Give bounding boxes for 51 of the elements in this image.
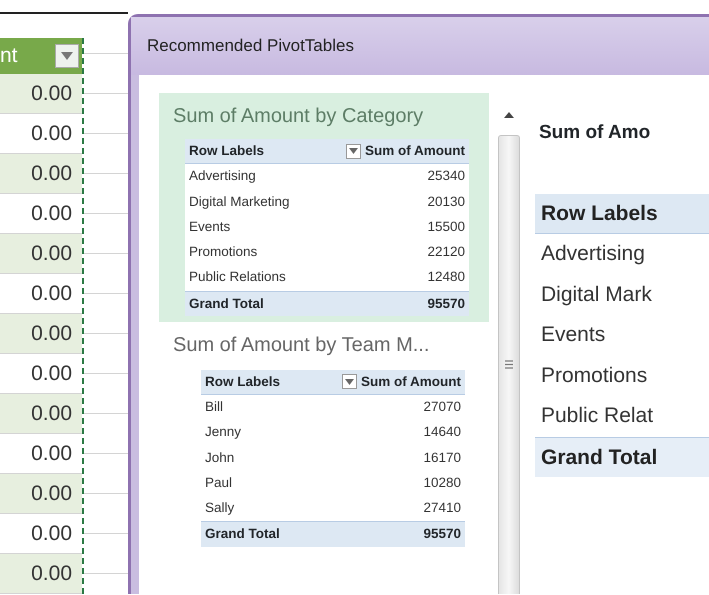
table-cell-text: 16170 [423,448,461,466]
table-cell-text: Sally [205,499,236,517]
table-cell: 0.00 [0,74,82,114]
column-header: Row Labels [535,194,709,234]
scrollbar-thumb[interactable] [498,135,520,594]
table-cell-text: Digital Mark [540,282,653,308]
table-cell-text: 95570 [427,294,465,312]
table-cell: 0.00 [0,234,82,274]
column-header: Sum of Amount [365,142,466,160]
table-cell: Grand Total [535,436,709,477]
column-header: Row Labels [189,142,266,160]
table-cell-text: 10280 [423,474,461,492]
table-cell-text: 25340 [427,167,465,186]
table-cell-text: Public Relations [189,268,287,286]
column-header: Sum of Amount [361,372,462,391]
dropdown-icon [342,374,358,390]
table-cell: 0.00 [0,474,82,514]
table-cell: 0.00 [0,154,82,194]
table-cell-text: 15500 [427,218,465,236]
table-cell-text: John [205,448,236,466]
table-cell: 0.00 [0,314,82,354]
filter-dropdown-icon[interactable] [55,44,79,68]
table-cell: 0.00 [0,394,82,434]
table-cell-text: 14640 [423,423,461,442]
dropdown-icon [346,144,362,159]
table-cell-text: Promotions [189,243,258,261]
recommendation-item[interactable]: Sum of Amount by Category Row Labels Sum of Amount Advertising 25340 Digital Marketing 20130 Events 15500 Promotions 22120 Public Relations 12480 Grand Total 95570 [159,93,489,322]
table-cell-text: Jenny [205,423,242,442]
table-cell: 0.00 [0,554,82,594]
table-cell-text: Paul [205,474,234,492]
preview-title: Sum of Amo [539,121,652,145]
column-header: Row Labels [205,372,282,391]
table-cell-text: Bill [205,398,224,416]
table-cell-text: Advertising [540,241,646,267]
table-cell-text: 27410 [423,499,461,517]
table-cell-text: Grand Total [205,525,281,544]
table-cell-text: Advertising [189,167,257,186]
table-cell-text: Events [540,322,606,348]
table-cell-text: 22120 [427,243,465,261]
table-cell-text: Public Relat [540,403,654,429]
table-cell-text: Grand Total [189,294,265,312]
table-cell-text: 12480 [427,268,465,286]
recommendation-title: Sum of Amount by Category [173,104,424,129]
table-cell-text: Events [189,218,232,236]
recommendation-title: Sum of Amount by Team M... [173,332,430,358]
table-cell-text: 27070 [423,398,461,416]
table-cell-text: Digital Marketing [189,192,291,211]
table-cell-text: 20130 [427,192,465,210]
window-title: Recommended PivotTables [131,17,709,75]
table-cell-text: 95570 [423,525,461,544]
table-cell-text: Promotions [540,362,648,388]
